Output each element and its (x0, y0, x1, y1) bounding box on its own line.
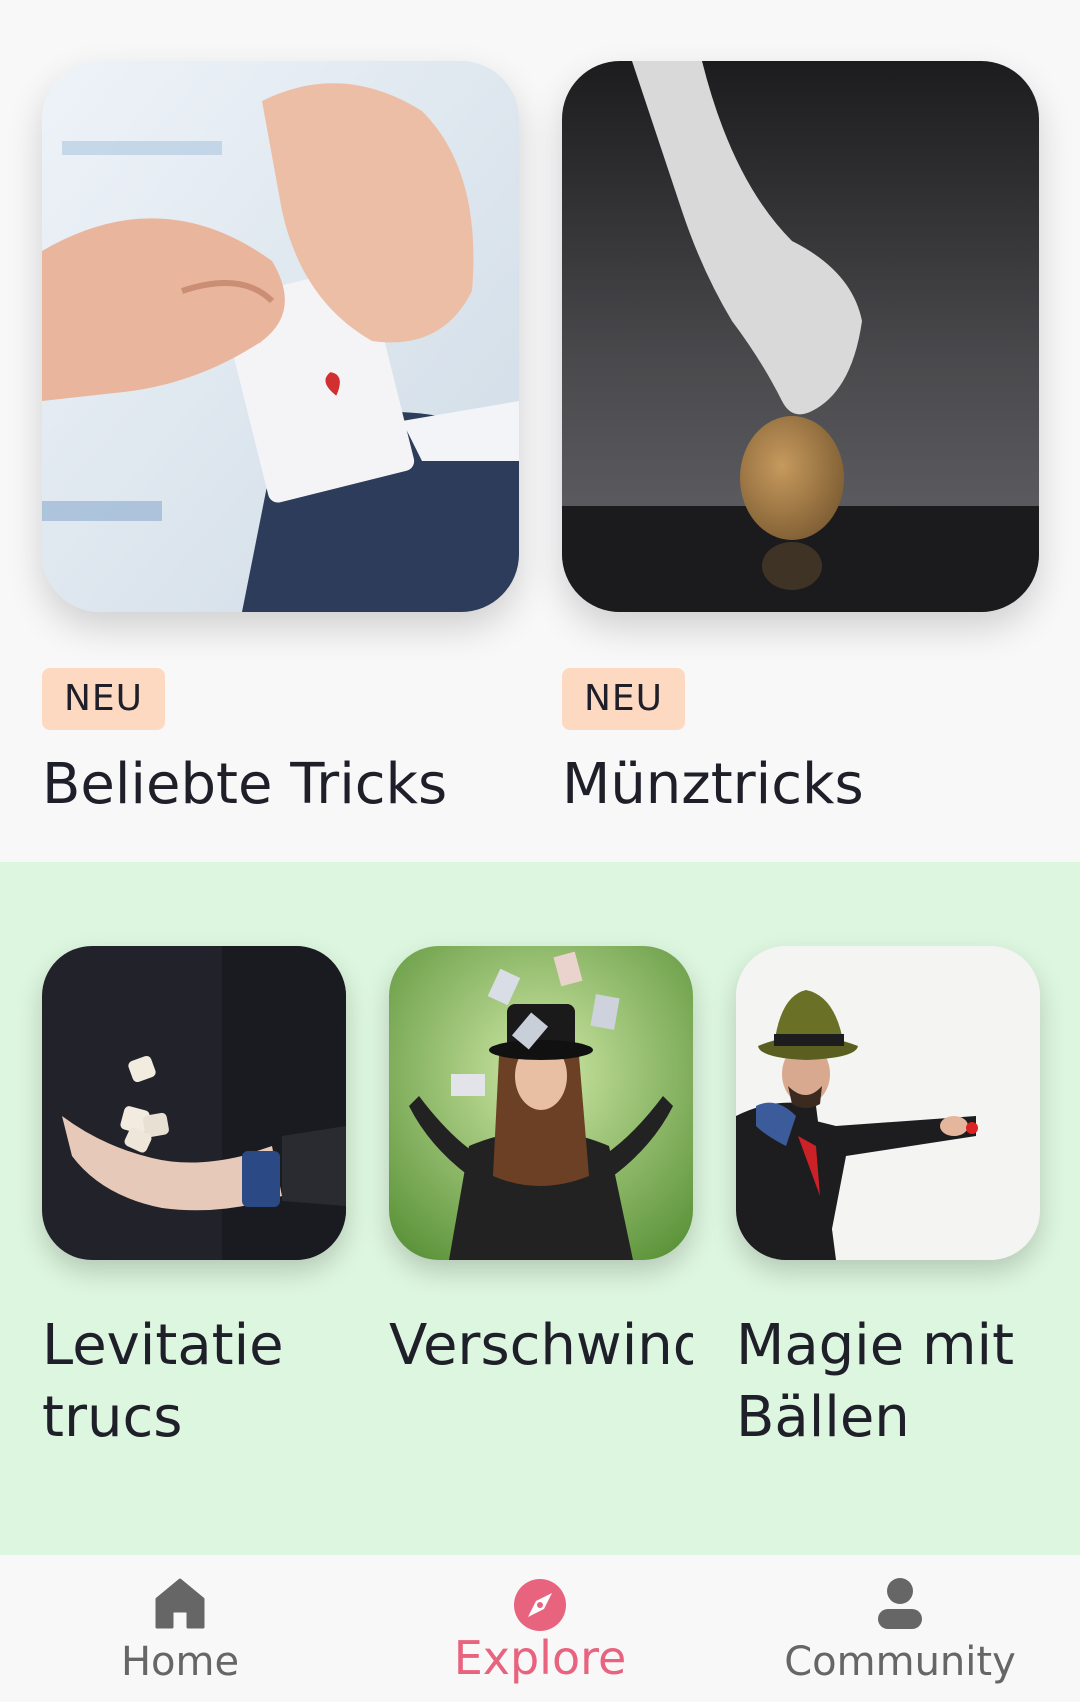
category-card-verschwinden[interactable]: Verschwinden (389, 946, 693, 1382)
woman-with-flying-cards-photo (389, 946, 693, 1260)
hand-holding-coin-photo (562, 61, 1039, 612)
nav-label-explore: Explore (453, 1631, 627, 1685)
compass-icon (512, 1577, 568, 1633)
featured-title: Beliebte Tricks (42, 752, 448, 817)
bottom-navigation: Home Explore Community (0, 1555, 1080, 1702)
floating-dice-photo (42, 946, 346, 1260)
featured-card-muenztricks[interactable]: NEU Münztricks (562, 61, 1039, 820)
featured-card-beliebte-tricks[interactable]: T NEU Beliebte Tricks (42, 61, 519, 820)
new-badge: NEU (562, 668, 686, 730)
home-icon (155, 1577, 205, 1629)
featured-title: Münztricks (562, 752, 864, 817)
category-card-magie-mit-baellen[interactable]: Magie mit Bällen (736, 946, 1040, 1454)
nav-item-community[interactable]: Community (720, 1555, 1080, 1702)
category-card-levitatie-trucs[interactable]: Levitatie trucs (42, 946, 346, 1454)
man-with-ball-photo (736, 946, 1040, 1260)
nav-item-explore[interactable]: Explore (360, 1555, 720, 1702)
new-badge: NEU (42, 668, 166, 730)
featured-section: T NEU Beliebte Tricks (0, 0, 1080, 862)
explore-screen: T NEU Beliebte Tricks (0, 0, 1080, 1702)
card-in-sleeve-photo: T (42, 61, 519, 612)
nav-item-home[interactable]: Home (0, 1555, 360, 1702)
nav-label-home: Home (120, 1639, 240, 1685)
nav-label-community: Community (784, 1639, 1016, 1685)
category-title: Verschwinden (389, 1313, 693, 1378)
person-icon (877, 1577, 923, 1631)
category-title: Levitatie trucs (42, 1313, 284, 1450)
category-title: Magie mit Bällen (736, 1313, 1015, 1450)
categories-section: Levitatie trucs Verschwind Magie mit Bäl… (0, 862, 1080, 1555)
